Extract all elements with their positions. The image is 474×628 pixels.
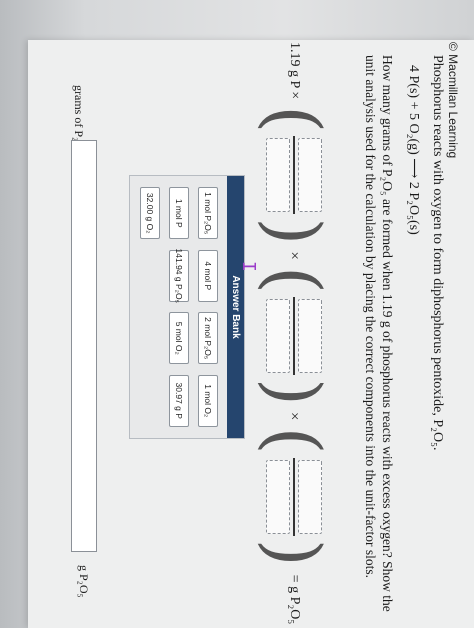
answer-bank: Answer Bank 1 mol P₂O₅ 4 mol P 2 mol P₂O… [129, 175, 245, 439]
denominator-slot-1[interactable] [266, 138, 291, 213]
question-stage: © Macmillan Learning Phosphorus reacts w… [0, 0, 474, 628]
denominator-slot-3[interactable] [266, 459, 291, 534]
unit-analysis-row: 1.19 g P × ( ) × ( ) × ( ) = g P₂O₅ [252, 42, 336, 625]
answer-tile[interactable]: 5 mol O₂ [169, 312, 189, 365]
copyright-credit: © Macmillan Learning [446, 42, 460, 159]
answer-tile[interactable]: 32.00 g O₂ [140, 187, 160, 240]
fraction-bar [293, 457, 295, 536]
answer-tile[interactable]: 4 mol P [198, 249, 218, 302]
close-paren: ) [252, 217, 336, 246]
answer-tile[interactable]: 1 mol P₂O₅ [198, 187, 218, 240]
result-unit: = g P₂O₅ [287, 574, 302, 625]
answer-bank-tiles: 1 mol P₂O₅ 4 mol P 2 mol P₂O₅ 1 mol O₂ 1… [130, 176, 227, 438]
answer-tile[interactable]: 141.94 g P₂O₅ [169, 249, 189, 303]
close-paren: ) [252, 377, 336, 407]
open-paren: ( [252, 105, 336, 134]
numerator-slot-2[interactable] [297, 298, 322, 373]
answer-tile[interactable]: 2 mol P₂O₅ [198, 312, 218, 365]
chemical-equation: 4 P(s) + 5 O₂(g) ⟶ 2 P₂O₅(s) [406, 65, 421, 235]
unit-factor-2 [266, 294, 322, 378]
question-text: How many grams of P₂O₅ are formed when 1… [363, 55, 395, 612]
answer-tile[interactable]: 1 mol O₂ [198, 374, 218, 427]
multiply-sign: × [286, 412, 303, 421]
numerator-slot-1[interactable] [297, 138, 322, 213]
given-quantity: 1.19 g P × [287, 42, 302, 100]
unit-factor-1 [266, 133, 322, 217]
problem-intro: Phosphorus reacts with oxygen to form di… [430, 55, 445, 451]
open-paren: ( [252, 426, 336, 455]
numerator-slot-3[interactable] [297, 459, 322, 534]
answer-bank-title: Answer Bank [227, 176, 244, 438]
close-paren: ) [252, 538, 336, 567]
fraction-bar [293, 136, 295, 215]
open-paren: ( [252, 265, 336, 294]
answer-unit: g P₂O₅ [77, 565, 91, 598]
denominator-slot-2[interactable] [266, 298, 291, 373]
answer-input[interactable] [71, 140, 97, 552]
multiply-sign: × [286, 251, 303, 260]
answer-tile[interactable]: 30.97 g P [169, 374, 189, 427]
unit-factor-3 [266, 455, 322, 539]
text-cursor-icon: I [238, 261, 259, 272]
answer-tile[interactable]: 1 mol P [169, 187, 189, 240]
fraction-bar [293, 296, 295, 375]
